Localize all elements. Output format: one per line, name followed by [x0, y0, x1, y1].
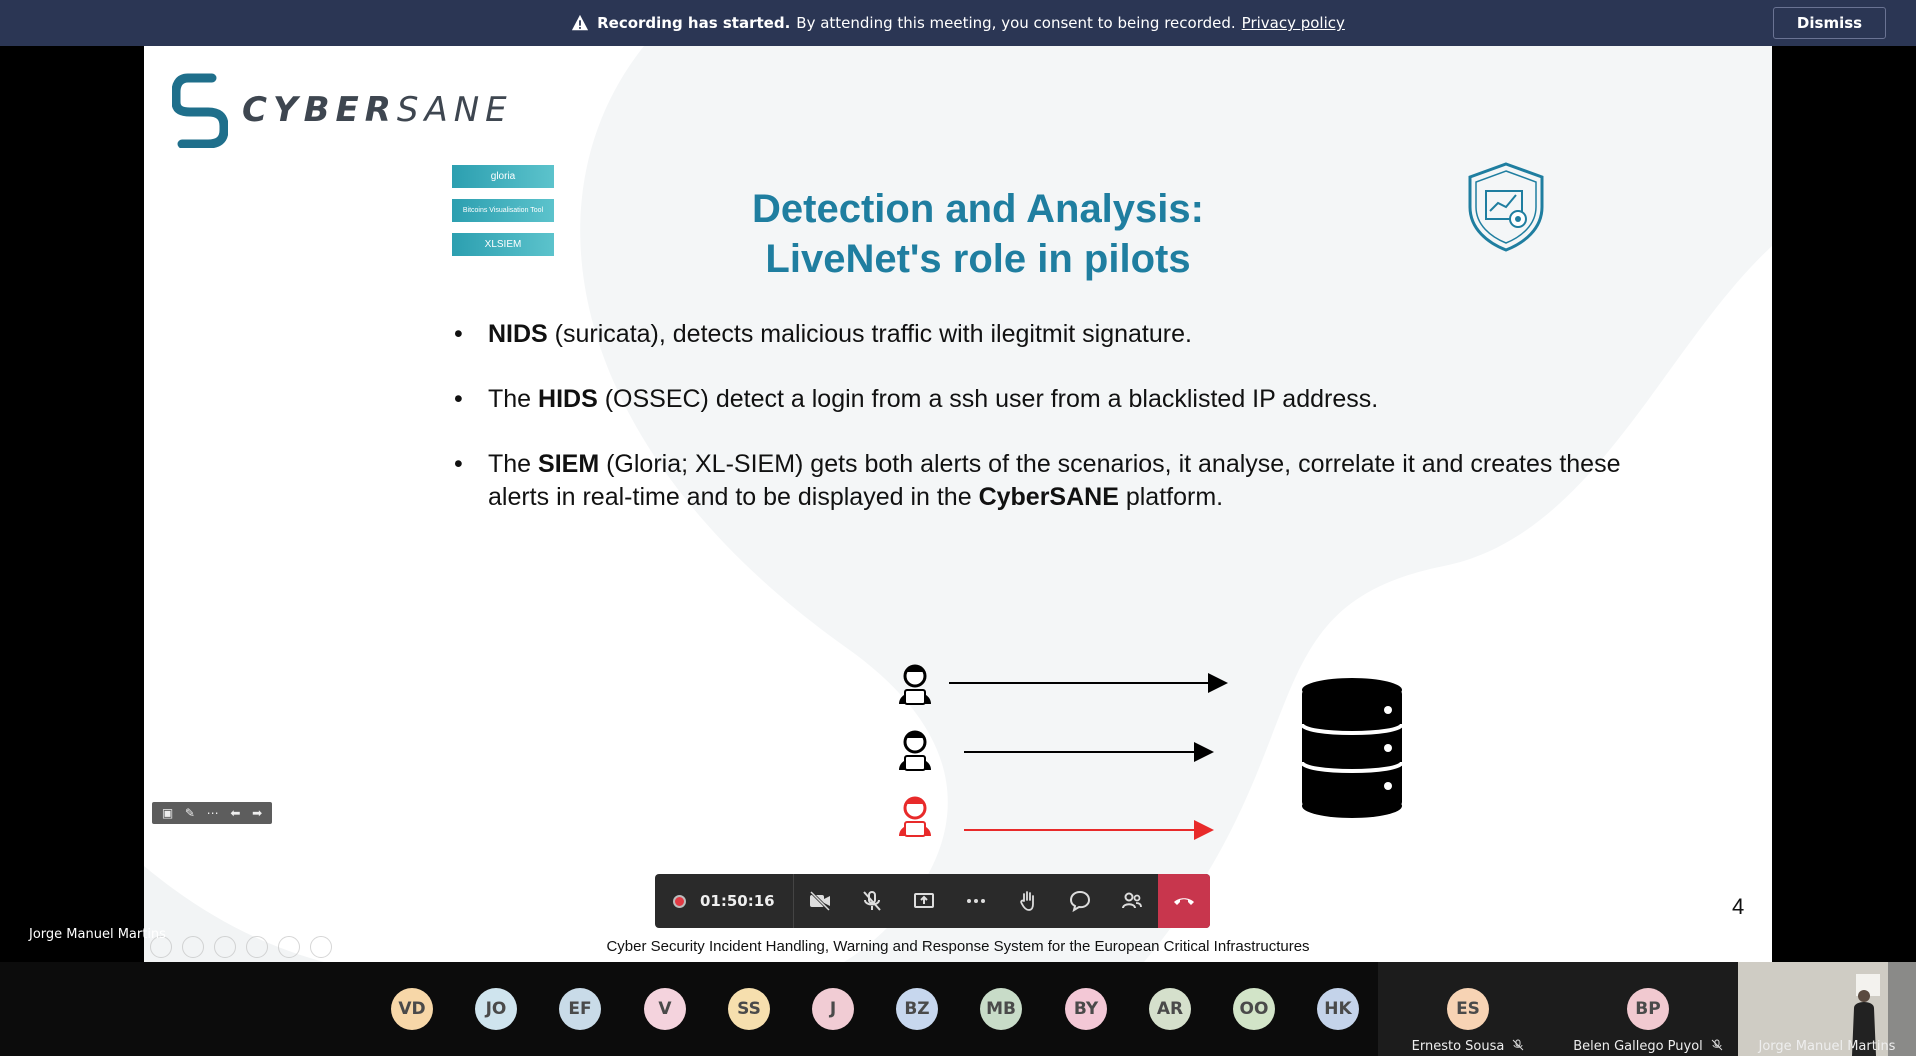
participant-avatar[interactable]: MB: [980, 988, 1022, 1030]
user-icon-2: [899, 730, 931, 771]
dismiss-button[interactable]: Dismiss: [1773, 7, 1886, 39]
ghost-slide-controls: [150, 936, 332, 958]
warning-icon: [571, 14, 589, 31]
call-controls: 01:50:16: [655, 874, 1210, 928]
bullet-nids: NIDS (suricata), detects malicious traff…: [454, 318, 1654, 351]
recording-dot-icon: [673, 894, 686, 908]
participant-name: Jorge Manuel Martins: [1758, 1039, 1896, 1054]
participant-avatar[interactable]: HK: [1317, 988, 1359, 1030]
participant-avatar[interactable]: AR: [1149, 988, 1191, 1030]
participant-avatar[interactable]: JO: [475, 988, 517, 1030]
hang-up-button[interactable]: [1157, 874, 1210, 928]
page-number: 4: [1732, 894, 1745, 919]
camera-off-icon: [809, 890, 830, 912]
participant-tile-bp[interactable]: BP Belen Gallego Puyol: [1558, 962, 1738, 1056]
participant-name: Ernesto Sousa: [1411, 1039, 1505, 1054]
cybersane-logo-icon: [172, 73, 228, 148]
bullet-hids: The HIDS (OSSEC) detect a login from a s…: [454, 383, 1654, 416]
next-slide-icon[interactable]: ➡: [252, 806, 262, 820]
bitcoins-tool-badge: Bitcoins Visualisation Tool: [452, 199, 554, 222]
shared-slide: CYBERSANE gloria Bitcoins Visualisation …: [144, 46, 1772, 962]
participant-avatar[interactable]: J: [812, 988, 854, 1030]
participant-avatar[interactable]: BY: [1065, 988, 1107, 1030]
slide-title-line1: Detection and Analysis:: [752, 187, 1204, 231]
avatar-bp: BP: [1627, 988, 1669, 1030]
slide-title: Detection and Analysis: LiveNet's role i…: [714, 184, 1242, 284]
more-options-icon[interactable]: ⋯: [207, 806, 219, 820]
presenter-view-icon[interactable]: ▣: [162, 806, 173, 820]
pointer-icon[interactable]: ✎: [185, 806, 195, 820]
mic-muted-icon: [1513, 1039, 1524, 1051]
recording-banner: Recording has started. By attending this…: [0, 0, 1916, 46]
ghost-slides-icon[interactable]: [246, 936, 268, 958]
presenter-name-label: Jorge Manuel Martins: [29, 927, 166, 942]
slide-nav-toolbar: ▣ ✎ ⋯ ⬅ ➡: [152, 802, 272, 824]
participant-avatar[interactable]: EF: [559, 988, 601, 1030]
share-screen-button[interactable]: [898, 874, 950, 928]
bullet-siem: The SIEM (Gloria; XL-SIEM) gets both ale…: [454, 448, 1654, 514]
participant-avatar[interactable]: V: [644, 988, 686, 1030]
participant-name: Belen Gallego Puyol: [1573, 1039, 1703, 1054]
privacy-policy-link[interactable]: Privacy policy: [1242, 14, 1345, 32]
banner-message: By attending this meeting, you consent t…: [796, 14, 1236, 32]
gloria-badge: gloria: [452, 165, 554, 188]
chat-button[interactable]: [1054, 874, 1106, 928]
ghost-zoom-icon[interactable]: [278, 936, 300, 958]
hang-up-icon: [1173, 898, 1194, 905]
participant-avatar[interactable]: BZ: [896, 988, 938, 1030]
participant-avatar[interactable]: VD: [391, 988, 433, 1030]
slide-title-line2: LiveNet's role in pilots: [765, 237, 1191, 281]
database-icon: [1300, 678, 1404, 818]
ghost-more-icon[interactable]: [310, 936, 332, 958]
participant-avatar[interactable]: SS: [728, 988, 770, 1030]
chat-icon: [1069, 890, 1090, 913]
mic-muted-icon: [1711, 1039, 1723, 1051]
share-screen-icon: [913, 893, 934, 908]
raise-hand-icon: [1019, 891, 1034, 911]
attack-diagram: [899, 664, 1404, 840]
user-icon-1: [899, 664, 931, 705]
participant-strip: VD JO EF V SS J BZ MB BY AR OO HK ES Ernesto Sousa …: [0, 962, 1916, 1056]
logo-text-cyber: CYBER: [242, 90, 397, 130]
recording-timer: 01:50:16: [655, 874, 794, 928]
raise-hand-button[interactable]: [1002, 874, 1054, 928]
banner-title: Recording has started.: [597, 14, 791, 32]
bullet-list: NIDS (suricata), detects malicious traff…: [454, 318, 1654, 546]
attacker-icon: [899, 796, 931, 837]
ghost-pen-icon[interactable]: [214, 936, 236, 958]
avatar-es: ES: [1447, 988, 1489, 1030]
mic-off-icon: [862, 891, 881, 911]
more-icon: [966, 899, 985, 903]
xlsiem-badge: XLSIEM: [452, 233, 554, 256]
ghost-next-icon[interactable]: [182, 936, 204, 958]
participants-icon: [1121, 892, 1142, 909]
participant-tile-es[interactable]: ES Ernesto Sousa: [1378, 962, 1558, 1056]
timer-text: 01:50:16: [700, 892, 775, 910]
camera-toggle-button[interactable]: [794, 874, 846, 928]
mic-toggle-button[interactable]: [846, 874, 898, 928]
logo-text-sane: SANE: [396, 90, 513, 130]
shield-analytics-icon: [1468, 162, 1544, 252]
cybersane-logo: CYBERSANE: [172, 72, 513, 148]
more-actions-button[interactable]: [950, 874, 1002, 928]
slide-footer: Cyber Security Incident Handling, Warnin…: [606, 938, 1310, 955]
participant-avatar[interactable]: OO: [1233, 988, 1275, 1030]
previous-slide-icon[interactable]: ⬅: [230, 806, 240, 820]
participant-tile-video[interactable]: Jorge Manuel Martins: [1738, 962, 1916, 1056]
participants-button[interactable]: [1106, 874, 1158, 928]
